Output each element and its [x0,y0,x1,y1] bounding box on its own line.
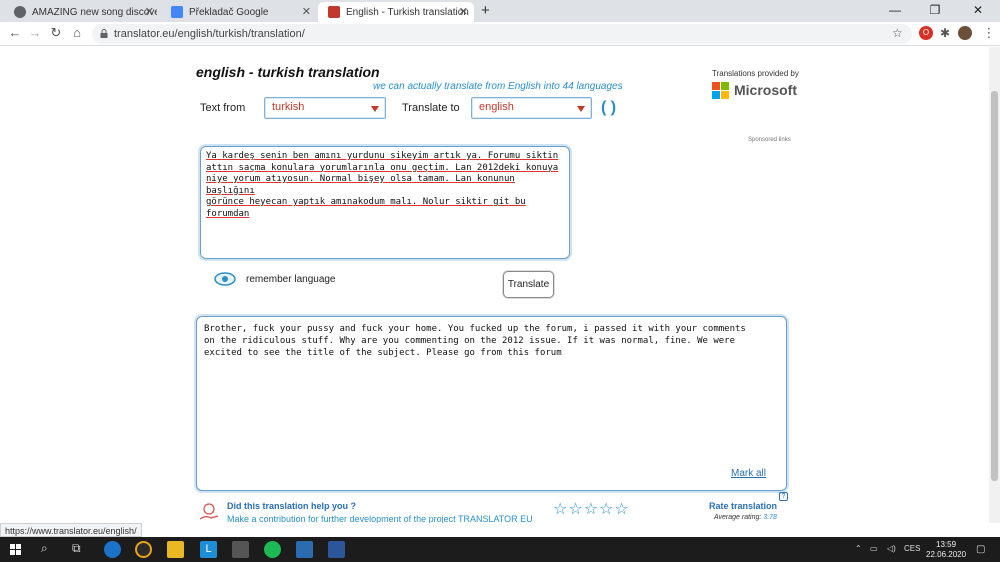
microsoft-logo-icon [712,82,729,99]
browser-tab-strip: AMAZING new song discovered ✕ Překladač … [0,0,1000,22]
average-rating-label: Average rating: [714,514,762,521]
contribute-link[interactable]: Make a contribution for further developm… [227,514,533,523]
translator-eu-icon [328,6,340,18]
sponsored-label: Sponsored links [748,137,791,143]
donation-hand-icon [199,503,219,520]
close-tab-icon[interactable]: ✕ [459,5,468,18]
source-language-value: turkish [272,101,305,113]
scrollbar-thumb[interactable] [991,91,998,481]
help-question-icon[interactable]: ? [779,492,788,501]
provider-name: Microsoft [734,82,797,98]
new-tab-button[interactable]: + [481,2,490,19]
extensions-puzzle-icon[interactable]: ✱ [938,26,952,40]
source-language-select[interactable]: turkish [264,97,386,119]
close-tab-icon[interactable]: ✕ [302,5,311,18]
search-icon[interactable]: ⌕ [41,541,48,556]
tab-label: English - Turkish translation | TR [346,6,471,18]
reload-icon[interactable]: ↻ [47,25,65,41]
link-status-bar: https://www.translator.eu/english/ [0,523,142,537]
word-icon[interactable] [328,541,345,558]
notifications-icon[interactable]: ▢ [976,544,985,555]
text-from-label: Text from [200,102,246,114]
windows-start-icon[interactable] [10,544,21,555]
dropdown-arrow-icon [371,106,379,112]
tray-chevron-icon[interactable]: ⌃ [855,544,862,553]
tab-label: Překladač Google [189,6,269,18]
windows-taskbar: ⌕ ⧉ L ⌃ ▭ ◁) CES 13:59 22.06.2020 ▢ [0,537,1000,562]
close-window-icon[interactable]: ✕ [958,3,998,17]
translation-output[interactable]: Brother, fuck your pussy and fuck your h… [196,316,787,491]
tab-label: AMAZING new song discovered [32,6,157,18]
tab-amazing-song[interactable]: AMAZING new song discovered ✕ [4,2,160,22]
menu-kebab-icon[interactable]: ⋮ [980,25,998,41]
provider-label: Translations provided by [712,69,799,78]
battery-icon[interactable]: ▭ [870,544,878,553]
restore-icon[interactable]: ❐ [915,3,955,17]
tab-translator-eu[interactable]: English - Turkish translation | TR ✕ [318,2,474,22]
translation-line: excited to see the title of the subject.… [204,348,562,358]
globe-icon [14,6,26,18]
page-content: english - turkish translation we can act… [0,47,989,523]
url-text: translator.eu/english/turkish/translatio… [114,28,305,40]
source-text-line: forumdan [206,208,250,219]
translate-to-label: Translate to [402,102,460,114]
rate-translation-label: Rate translation [709,501,778,511]
help-prompt-link[interactable]: Did this translation help you ? [227,501,356,511]
source-text-line: niye yorum atıyosun. Normal bişey olsa t… [206,174,515,196]
target-language-select[interactable]: english [471,97,592,119]
translate-button[interactable]: Translate [503,271,554,298]
mail-icon[interactable] [296,541,313,558]
opera-extension-icon[interactable]: O [919,26,933,40]
page-subtitle: we can actually translate from English i… [373,81,623,92]
clock-time: 13:59 [936,540,957,549]
spotify-icon[interactable] [264,541,281,558]
bookmark-star-icon[interactable]: ☆ [892,26,903,40]
mark-all-link[interactable]: Mark all [731,468,766,479]
store-icon[interactable] [232,541,249,558]
swap-languages-icon[interactable]: ( ) [601,99,616,117]
translation-line: Brother, fuck your pussy and fuck your h… [204,324,746,334]
lock-icon [100,29,108,38]
volume-icon[interactable]: ◁) [887,544,896,553]
rating-stars[interactable]: ☆☆☆☆☆ [553,499,630,519]
task-view-icon[interactable]: ⧉ [72,541,81,556]
remember-language-toggle-icon[interactable] [214,272,236,286]
clock-date: 22.06.2020 [926,550,967,559]
input-language[interactable]: CES [904,544,920,553]
tab-google-translate[interactable]: Překladač Google ✕ [161,2,317,22]
address-bar[interactable]: translator.eu/english/turkish/translatio… [92,24,912,44]
google-translate-icon [171,6,183,18]
forward-icon[interactable]: → [26,25,44,40]
source-text-line: görünce heyecan yaptık amınakodum malı. … [206,197,526,207]
average-rating-value: 3.78 [763,514,777,521]
source-text-line: attın saçma konulara yorumlarınla onu ge… [206,162,559,173]
translation-line: on the ridiculous stuff. Why are you com… [204,336,736,346]
system-clock[interactable]: 13:59 22.06.2020 [926,540,966,560]
close-tab-icon[interactable]: ✕ [145,5,154,18]
average-rating: Average rating: 3.78 [714,514,777,521]
page-scrollbar[interactable] [989,47,1000,523]
lightroom-icon[interactable]: L [200,541,217,558]
profile-avatar[interactable] [958,26,972,40]
page-title: english - turkish translation [196,64,380,80]
remember-language-label: remember language [246,274,336,285]
home-icon[interactable]: ⌂ [68,25,86,40]
target-language-value: english [479,101,514,113]
source-text-input[interactable]: Ya kardeş senin ben amını yurdunu sikeyi… [200,146,570,259]
file-explorer-icon[interactable] [167,541,184,558]
dropdown-arrow-icon [577,106,585,112]
chrome-icon[interactable] [135,541,152,558]
back-icon[interactable]: ← [6,25,24,40]
edge-icon[interactable] [104,541,121,558]
minimize-icon[interactable]: — [875,3,915,17]
source-text-line: Ya kardeş senin ben amını yurdunu sikeyi… [206,151,559,161]
browser-toolbar: ← → ↻ ⌂ translator.eu/english/turkish/tr… [0,22,1000,46]
